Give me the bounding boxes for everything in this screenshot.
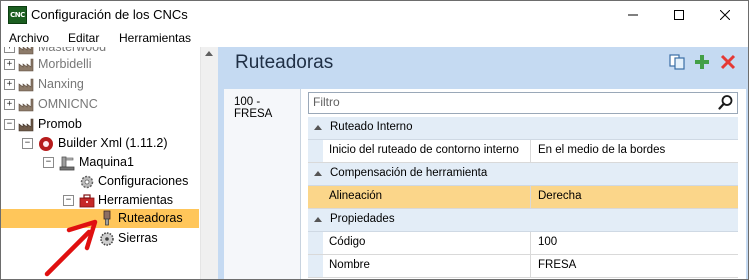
scroll-up-icon[interactable]: [205, 51, 213, 56]
copy-icon[interactable]: [669, 54, 685, 70]
main-window: CNC Configuración de los CNCs Archivo Ed…: [0, 0, 749, 280]
row-gutter: [308, 255, 323, 277]
cnc-tree: + Masterwood + Morbidelli + Nanxing + OM…: [1, 47, 200, 279]
category-label: Propiedades: [330, 213, 395, 225]
delete-icon[interactable]: [720, 54, 736, 70]
close-button[interactable]: [702, 1, 748, 29]
close-icon: [720, 10, 730, 20]
maximize-button[interactable]: [656, 1, 702, 29]
menu-bar: Archivo Editar Herramientas: [1, 29, 748, 47]
title-bar: CNC Configuración de los CNCs: [1, 1, 748, 29]
property-value[interactable]: FRESA: [538, 259, 576, 271]
row-gutter: [308, 232, 323, 254]
tree-scrollbar[interactable]: [200, 47, 218, 279]
add-icon[interactable]: [694, 54, 710, 70]
collapse-caret-icon[interactable]: [314, 125, 322, 130]
detail-content: 100 - FRESA Ruteado Interno Inicio del r…: [224, 89, 746, 279]
filter-input[interactable]: [313, 94, 703, 110]
category-label: Ruteado Interno: [330, 121, 413, 133]
property-name: Inicio del ruteado de contorno interno: [329, 144, 519, 156]
tree-item-label: Ruteadoras: [118, 211, 183, 225]
menu-archivo[interactable]: Archivo: [9, 31, 49, 45]
property-value[interactable]: En el medio de la bordes: [538, 144, 665, 156]
property-row-alineacion[interactable]: Alineación Derecha: [308, 186, 738, 209]
column-divider: [530, 186, 531, 208]
panel-title: Ruteadoras: [235, 52, 334, 73]
property-row-inicio-ruteado[interactable]: Inicio del ruteado de contorno interno E…: [308, 140, 738, 163]
property-name: Alineación: [329, 190, 383, 202]
row-gutter: [308, 186, 323, 208]
annotation-arrow: [44, 219, 98, 277]
maximize-icon: [674, 10, 684, 20]
property-name: Nombre: [329, 259, 370, 271]
window-title: Configuración de los CNCs: [31, 7, 188, 22]
category-compensacion[interactable]: Compensación de herramienta: [308, 163, 738, 186]
category-label: Compensación de herramienta: [330, 167, 488, 179]
column-divider: [530, 140, 531, 162]
property-value[interactable]: 100: [538, 236, 557, 248]
app-icon: CNC: [8, 6, 27, 24]
category-ruteado-interno[interactable]: Ruteado Interno: [308, 117, 738, 140]
property-name: Código: [329, 236, 366, 248]
collapse-caret-icon[interactable]: [314, 217, 322, 222]
property-grid: Ruteado Interno Inicio del ruteado de co…: [308, 92, 738, 279]
row-gutter: [308, 140, 323, 162]
property-row-nombre[interactable]: Nombre FRESA: [308, 255, 738, 278]
column-divider: [530, 232, 531, 254]
tab-100-fresa[interactable]: 100 - FRESA: [234, 96, 300, 120]
column-divider: [530, 255, 531, 277]
property-value[interactable]: Derecha: [538, 190, 581, 202]
minimize-button[interactable]: [610, 1, 656, 29]
collapse-caret-icon[interactable]: [314, 171, 322, 176]
detail-panel: Ruteadoras 100 - FRESA Ruteado Interno: [218, 47, 748, 279]
property-row-codigo[interactable]: Código 100: [308, 232, 738, 255]
minimize-icon: [628, 14, 638, 16]
tool-tab-list: 100 - FRESA: [224, 89, 301, 279]
menu-herramientas[interactable]: Herramientas: [119, 31, 191, 45]
filter-box[interactable]: [308, 92, 738, 114]
category-propiedades[interactable]: Propiedades: [308, 209, 738, 232]
menu-editar[interactable]: Editar: [68, 31, 99, 45]
tree-item-label: Sierras: [118, 231, 158, 245]
search-icon[interactable]: [718, 94, 734, 110]
